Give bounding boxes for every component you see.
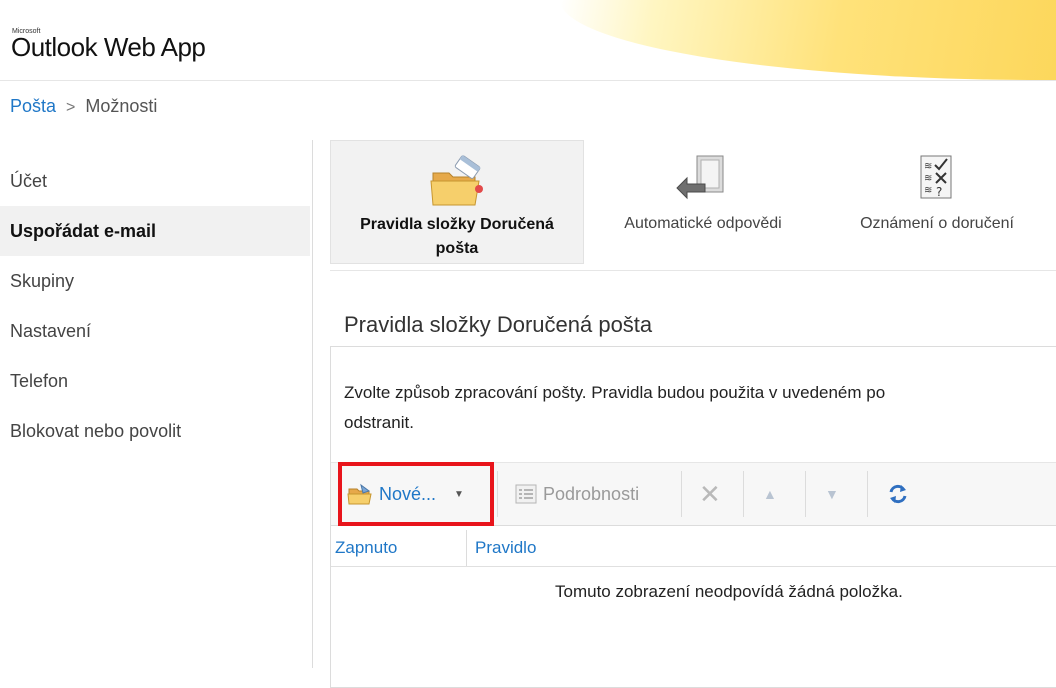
tab-inbox-rules-label-1: Pravidla složky Doručená: [360, 216, 554, 233]
rules-description: Zvolte způsob zpracování pošty. Pravidla…: [344, 378, 1056, 438]
automatic-replies-icon: [675, 152, 731, 211]
toolbar-divider: [330, 270, 1056, 271]
details-label: Podrobnosti: [543, 483, 640, 504]
details-button[interactable]: Podrobnosti: [515, 463, 639, 525]
sidebar-item-block-allow[interactable]: Blokovat nebo povolit: [0, 406, 310, 456]
toolbar-separator: [805, 471, 806, 517]
tab-automatic-replies[interactable]: Automatické odpovědi: [592, 140, 814, 264]
sidebar-item-settings[interactable]: Nastavení: [0, 306, 310, 356]
app-header: Microsoft Outlook Web App: [0, 0, 1056, 80]
column-header-rule[interactable]: Pravidlo: [475, 538, 536, 558]
sidebar-item-account[interactable]: Účet: [0, 156, 310, 206]
toolbar-separator: [743, 471, 744, 517]
details-icon: [515, 484, 537, 504]
svg-text:≋: ≋: [924, 185, 932, 196]
tab-automatic-replies-label: Automatické odpovědi: [624, 215, 782, 232]
sidebar: Účet Uspořádat e-mail Skupiny Nastavení …: [0, 156, 310, 456]
arrow-down-icon[interactable]: ▼: [825, 463, 839, 525]
refresh-icon[interactable]: [887, 463, 909, 525]
sidebar-item-organize-email[interactable]: Uspořádat e-mail: [0, 206, 310, 256]
tab-inbox-rules[interactable]: Pravidla složky Doručená pošta: [330, 140, 584, 264]
header-divider: [0, 80, 1056, 81]
toolbar-separator: [497, 471, 498, 517]
svg-text:≋: ≋: [924, 161, 932, 172]
toolbar-separator: [867, 471, 868, 517]
tab-delivery-reports-label: Oznámení o doručení: [860, 215, 1014, 232]
rules-description-line-1: Zvolte způsob zpracování pošty. Pravidla…: [344, 383, 886, 402]
delete-icon[interactable]: ✕: [699, 463, 721, 525]
column-divider: [466, 530, 467, 566]
arrow-up-icon[interactable]: ▲: [763, 463, 777, 525]
toolbar-separator: [681, 471, 682, 517]
app-title[interactable]: Outlook Web App: [11, 32, 206, 63]
empty-state-message: Tomuto zobrazení neodpovídá žádná položk…: [555, 582, 903, 601]
breadcrumb-mail-link[interactable]: Pošta: [10, 96, 56, 116]
sidebar-item-phone[interactable]: Telefon: [0, 356, 310, 406]
breadcrumb-current: Možnosti: [85, 96, 158, 116]
page-title: Pravidla složky Doručená pošta: [344, 312, 653, 337]
breadcrumb-separator: >: [66, 99, 76, 116]
svg-text:?: ?: [936, 185, 942, 199]
delivery-reports-icon: ≋ ≋ ≋ ?: [913, 152, 961, 207]
inbox-rules-icon: [427, 153, 487, 214]
sidebar-divider: [312, 140, 313, 668]
column-header-enabled[interactable]: Zapnuto: [335, 538, 397, 558]
sidebar-item-groups[interactable]: Skupiny: [0, 256, 310, 306]
rules-description-line-2: odstranit.: [344, 413, 414, 432]
tab-inbox-rules-label-2: pošta: [435, 240, 479, 257]
header-swoosh: [560, 0, 1056, 80]
breadcrumb: Pošta > Možnosti: [10, 96, 157, 117]
new-button-highlight: [338, 462, 494, 526]
svg-text:≋: ≋: [924, 173, 932, 184]
tab-delivery-reports[interactable]: ≋ ≋ ≋ ? Oznámení o doručení: [824, 140, 1050, 264]
rules-table-header: Zapnuto Pravidlo: [331, 530, 1056, 567]
